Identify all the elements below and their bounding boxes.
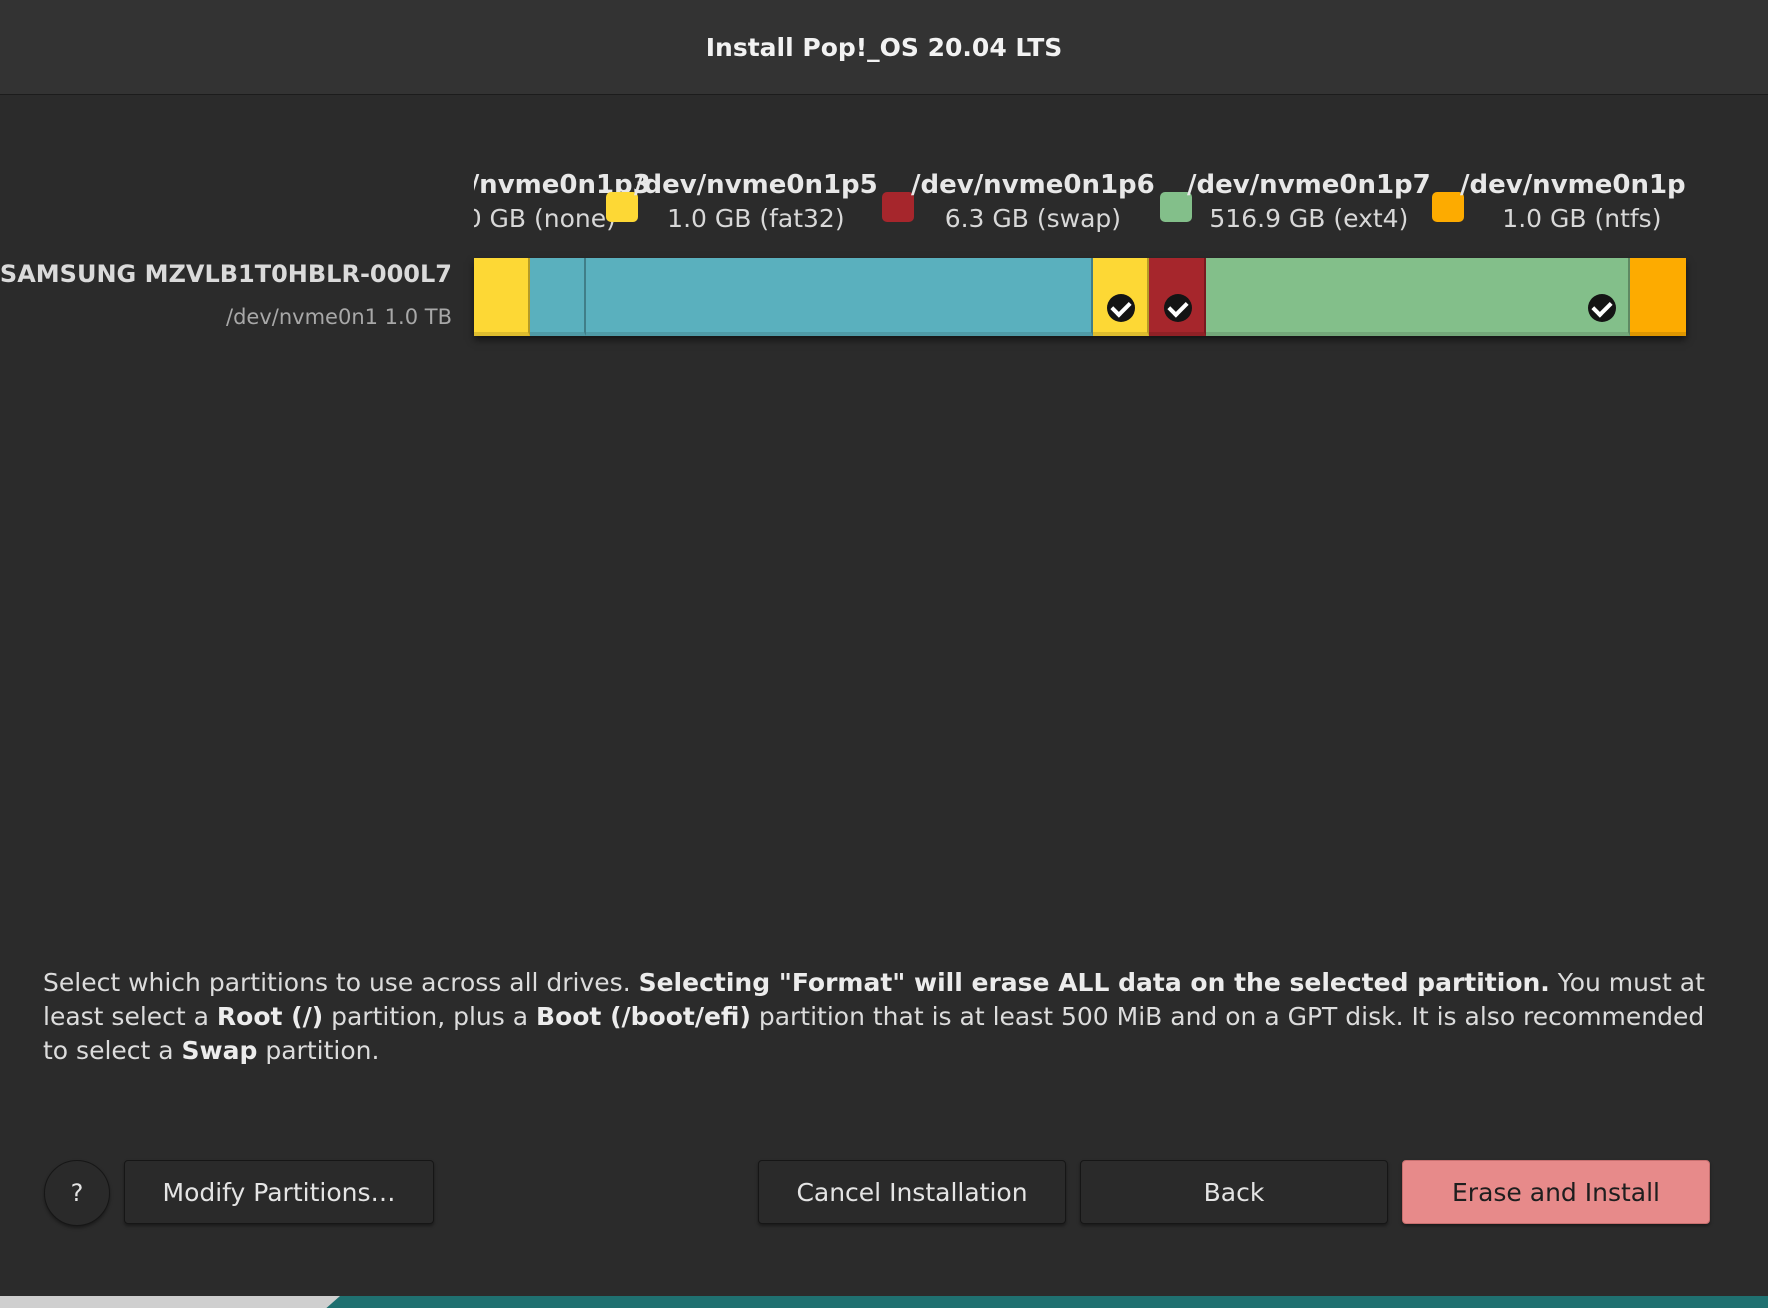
legend-partition-size: 516.9 GB (ext4) xyxy=(1209,204,1409,233)
info-text: partition, plus a xyxy=(323,1002,537,1031)
legend-partition-name: /dev/nvme0n1p7 xyxy=(1187,170,1431,200)
desktop-background-strip-light xyxy=(0,1296,340,1308)
partition-segment[interactable] xyxy=(1630,258,1686,336)
legend-partition-name: /dev/nvme0n1p6 xyxy=(911,170,1155,200)
legend-partition-size: 1.0 GB (fat32) xyxy=(667,204,845,233)
info-emphasis: Selecting "Format" will erase ALL data o… xyxy=(638,968,1550,997)
legend-partition-size: 6.3 GB (swap) xyxy=(944,204,1122,233)
info-emphasis: Swap xyxy=(181,1036,258,1065)
info-text: partition. xyxy=(257,1036,380,1065)
modify-partitions-button[interactable]: Modify Partitions… xyxy=(124,1160,434,1224)
drive-device: /dev/nvme0n1 1.0 TB xyxy=(226,305,452,329)
partition-segment[interactable] xyxy=(1149,258,1207,336)
info-emphasis: Root (/) xyxy=(216,1002,324,1031)
instructions-text: Select which partitions to use across al… xyxy=(43,966,1733,1068)
info-emphasis: Boot (/boot/efi) xyxy=(536,1002,751,1031)
legend-partition-name: /dev/nvme0n1p4 xyxy=(1460,170,1686,200)
partition-bar xyxy=(474,258,1686,336)
legend-partition-name: /dev/nvme0n1p5 xyxy=(634,170,878,200)
check-icon xyxy=(1107,294,1136,322)
cancel-installation-button[interactable]: Cancel Installation xyxy=(758,1160,1066,1224)
title-bar: Install Pop!_OS 20.04 LTS xyxy=(0,0,1768,95)
legend-text: /dev/nvme0n1p7 516.9 GB (ext4) xyxy=(1187,168,1431,236)
help-button[interactable]: ? xyxy=(44,1160,110,1226)
legend-partition-size: 1.0 GB (ntfs) xyxy=(1502,204,1662,233)
erase-and-install-button[interactable]: Erase and Install xyxy=(1402,1160,1710,1224)
legend-text: /dev/nvme0n1p5 1.0 GB (fat32) xyxy=(634,168,878,236)
check-icon xyxy=(1588,294,1617,322)
check-icon xyxy=(1164,294,1193,322)
legend-text: /dev/nvme0n1p6 6.3 GB (swap) xyxy=(911,168,1155,236)
legend-text: /dev/nvme0n1p4 1.0 GB (ntfs) xyxy=(1460,168,1686,236)
back-button[interactable]: Back xyxy=(1080,1160,1388,1224)
legend-swatch xyxy=(882,192,914,222)
partition-segment[interactable] xyxy=(529,258,586,336)
partition-segment[interactable] xyxy=(585,258,1094,336)
drive-name: SAMSUNG MZVLB1T0HBLR-000L7 xyxy=(0,260,452,288)
partition-segment[interactable] xyxy=(474,258,530,336)
info-text: Select which partitions to use across al… xyxy=(43,968,639,997)
window-title: Install Pop!_OS 20.04 LTS xyxy=(705,32,1063,62)
partition-legend: /dev/nvme0n1p31.0 GB (none)/dev/nvme0n1p… xyxy=(474,168,1686,248)
partition-segment[interactable] xyxy=(1206,258,1631,336)
partition-segment[interactable] xyxy=(1093,258,1150,336)
